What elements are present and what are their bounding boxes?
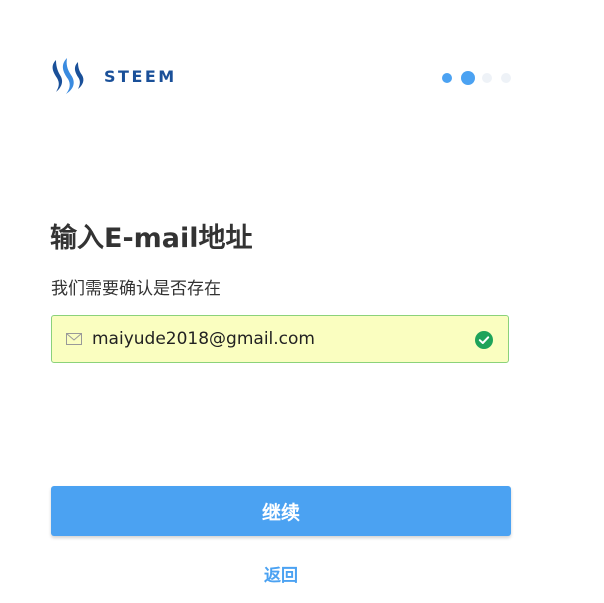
page-title: 输入E-mail地址 bbox=[50, 223, 253, 254]
email-input[interactable] bbox=[92, 329, 462, 349]
progress-step-2 bbox=[461, 71, 475, 85]
email-field[interactable] bbox=[51, 315, 509, 363]
back-link[interactable]: 返回 bbox=[51, 561, 511, 586]
signup-page: STEEM 输入E-mail地址 我们需要确认是否存在 继续 返回 bbox=[0, 0, 604, 603]
steem-logo-icon bbox=[52, 58, 84, 94]
mail-icon bbox=[66, 333, 82, 345]
steem-logo: STEEM bbox=[50, 56, 177, 96]
brand-name: STEEM bbox=[104, 66, 177, 86]
progress-step-1 bbox=[442, 73, 452, 83]
step-progress-indicator bbox=[442, 71, 520, 85]
continue-button[interactable]: 继续 bbox=[51, 486, 511, 536]
check-circle-icon bbox=[475, 331, 493, 349]
progress-step-3 bbox=[482, 73, 492, 83]
page-subtitle: 我们需要确认是否存在 bbox=[51, 279, 221, 299]
progress-step-4 bbox=[501, 73, 511, 83]
